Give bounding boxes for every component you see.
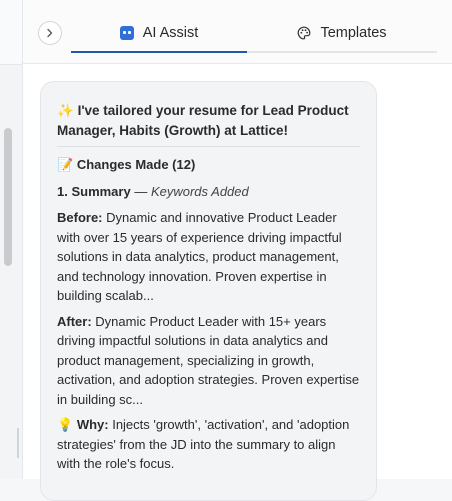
tab-bar: AI Assist Templates (71, 14, 437, 53)
tab-templates-label: Templates (320, 24, 387, 41)
after-text: Dynamic Product Leader with 15+ years dr… (57, 313, 360, 407)
after-paragraph: After: Dynamic Product Leader with 15+ y… (57, 312, 360, 410)
assistant-message-card: ✨ I've tailored your resume for Lead Pro… (40, 81, 377, 501)
lightbulb-icon: 💡 (57, 417, 74, 432)
message-title: ✨ I've tailored your resume for Lead Pro… (57, 101, 360, 140)
left-panel-header (0, 0, 22, 65)
why-paragraph: 💡 Why: Injects 'growth', 'activation', a… (57, 415, 360, 474)
tab-ai-assist[interactable]: AI Assist (71, 14, 247, 53)
scrollbar-thumb[interactable] (4, 128, 12, 266)
changes-heading: 📝 Changes Made (12) (57, 155, 360, 175)
why-label: Why: (76, 417, 109, 432)
chevron-right-icon (47, 28, 53, 38)
message-title-text: I've tailored your resume for Lead Produ… (57, 103, 349, 138)
change-item-heading: 1. Summary — Keywords Added (57, 182, 360, 202)
change-separator: — (130, 183, 151, 199)
robot-icon (119, 25, 134, 40)
expand-panel-button[interactable] (38, 21, 62, 45)
change-type: Keywords Added (150, 183, 249, 199)
before-paragraph: Before: Dynamic and innovative Product L… (57, 208, 360, 306)
tab-ai-assist-label: AI Assist (142, 24, 199, 41)
chat-area: ✨ I've tailored your resume for Lead Pro… (23, 64, 452, 501)
resize-handle[interactable] (17, 428, 19, 458)
sparkles-icon: ✨ (57, 103, 74, 118)
changes-heading-text: Changes Made (12) (76, 157, 196, 172)
tab-templates[interactable]: Templates (247, 14, 437, 51)
before-label: Before: (57, 210, 103, 225)
memo-icon: 📝 (57, 157, 74, 172)
change-number: 1. Summary (57, 183, 131, 199)
after-label: After: (57, 313, 92, 329)
divider (57, 146, 360, 147)
left-panel-edge (0, 0, 23, 479)
panel-header: AI Assist Templates (23, 0, 452, 64)
palette-icon (297, 26, 311, 40)
